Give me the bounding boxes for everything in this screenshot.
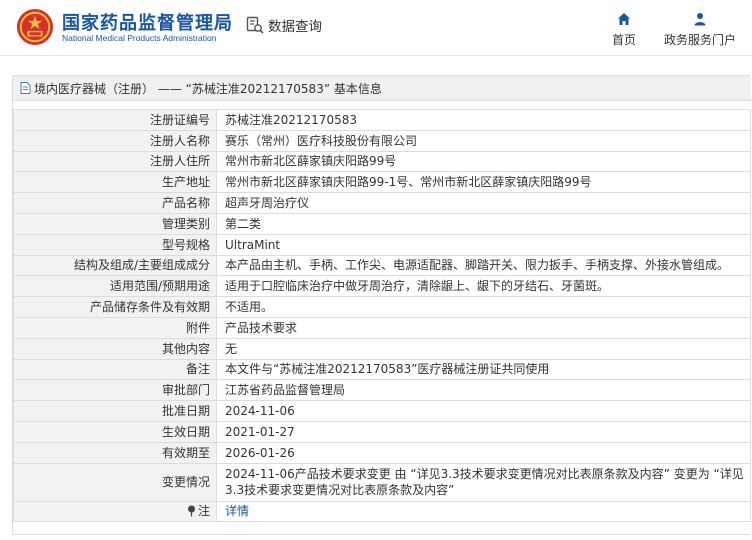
national-emblem-icon — [16, 8, 54, 46]
brand-title[interactable]: 国家药品监督管理局 — [62, 9, 233, 35]
table-row: 生效日期 2021-01-27 — [13, 420, 751, 443]
row-label: 备注 — [13, 358, 217, 381]
home-icon — [618, 13, 630, 25]
panel-title-text: 境内医疗器械（注册） —— “苏械注准20212170583” 基本信息 — [34, 81, 382, 96]
table-row: 有效期至 2026-01-26 — [13, 441, 751, 464]
row-label: 产品储存条件及有效期 — [13, 296, 217, 318]
row-value: 苏械注准20212170583 — [216, 109, 751, 131]
row-value: 第二类 — [216, 212, 751, 235]
info-panel: 境内医疗器械（注册） —— “苏械注准20212170583” 基本信息 注册证… — [12, 75, 751, 535]
table-row: 管理类别 第二类 — [13, 212, 751, 235]
row-value: 无 — [216, 337, 751, 360]
note-value-cell: 详情 — [216, 500, 751, 523]
table-row: 结构及组成/主要组成成分 本产品由主机、手柄、工作尖、电源适配器、脚踏开关、限力… — [13, 254, 751, 277]
row-label: 生效日期 — [13, 420, 217, 443]
data-query-link[interactable]: 数据查询 — [246, 15, 322, 35]
brand-subtitle: National Medical Products Administration — [62, 33, 217, 43]
site-header: 国家药品监督管理局 National Medical Products Admi… — [0, 0, 752, 56]
table-row: 附件 产品技术要求 — [13, 316, 751, 339]
row-value: 常州市新北区薛家镇庆阳路99号 — [216, 150, 751, 173]
nav-service-portal[interactable]: 政务服务门户 — [660, 10, 740, 48]
row-value: 2024-11-06 — [216, 400, 751, 422]
nav-home[interactable]: 首页 — [609, 10, 639, 48]
table-row: 备注 本文件与“苏械注准20212170583”医疗器械注册证共同使用 — [13, 358, 751, 381]
table-row: 产品名称 超声牙周治疗仪 — [13, 192, 751, 214]
table-row: 注册人名称 赛乐（常州）医疗科技股份有限公司 — [13, 129, 751, 152]
note-label-cell: 注 — [13, 500, 217, 523]
row-label: 注册人名称 — [13, 129, 217, 152]
row-label: 产品名称 — [13, 192, 217, 214]
panel-title: 境内医疗器械（注册） —— “苏械注准20212170583” 基本信息 — [13, 76, 751, 101]
row-value: 适用于口腔临床治疗中做牙周治疗，清除龈上、龈下的牙结石、牙菌斑。 — [216, 275, 751, 298]
row-label: 型号规格 — [13, 233, 217, 256]
row-value: 不适用。 — [216, 296, 751, 318]
row-value: 赛乐（常州）医疗科技股份有限公司 — [216, 129, 751, 152]
row-value: 2024-11-06产品技术要求变更 由 “详见3.3技术要求变更情况对比表原条… — [216, 462, 751, 502]
note-label: 注 — [197, 504, 210, 519]
table-row: 注册人住所 常州市新北区薛家镇庆阳路99号 — [13, 150, 751, 173]
row-value: 产品技术要求 — [216, 316, 751, 339]
data-query-label: 数据查询 — [268, 19, 322, 35]
table-row: 生产地址 常州市新北区薛家镇庆阳路99-1号、常州市新北区薛家镇庆阳路99号 — [13, 171, 751, 194]
row-value: 常州市新北区薛家镇庆阳路99-1号、常州市新北区薛家镇庆阳路99号 — [216, 171, 751, 194]
pin-icon — [187, 505, 195, 517]
table-row-note: 注 详情 — [13, 500, 751, 523]
document-icon — [20, 82, 31, 94]
row-label: 附件 — [13, 316, 217, 339]
row-label: 其他内容 — [13, 337, 217, 360]
row-label: 结构及组成/主要组成成分 — [13, 254, 217, 277]
user-icon — [694, 13, 706, 26]
row-value: 本产品由主机、手柄、工作尖、电源适配器、脚踏开关、限力扳手、手柄支撑、外接水管组… — [216, 254, 751, 277]
table-row: 批准日期 2024-11-06 — [13, 400, 751, 422]
row-value: 江苏省药品监督管理局 — [216, 379, 751, 402]
row-value: 本文件与“苏械注准20212170583”医疗器械注册证共同使用 — [216, 358, 751, 381]
row-label: 变更情况 — [13, 462, 217, 502]
table-row: 注册证编号 苏械注准20212170583 — [13, 109, 751, 131]
row-value: 2026-01-26 — [216, 441, 751, 464]
row-label: 管理类别 — [13, 212, 217, 235]
nav-service-label: 政务服务门户 — [663, 33, 736, 47]
nav-home-label: 首页 — [611, 33, 636, 47]
row-label: 注册人住所 — [13, 150, 217, 173]
table-row: 型号规格 UltraMint — [13, 233, 751, 256]
row-label: 有效期至 — [13, 441, 217, 464]
table-row: 其他内容 无 — [13, 337, 751, 360]
row-label: 生产地址 — [13, 171, 217, 194]
row-label: 注册证编号 — [13, 109, 217, 131]
table-row: 适用范围/预期用途 适用于口腔临床治疗中做牙周治疗，清除龈上、龈下的牙结石、牙菌… — [13, 275, 751, 298]
search-document-icon — [246, 16, 264, 34]
row-value: 超声牙周治疗仪 — [216, 192, 751, 214]
table-row: 产品储存条件及有效期 不适用。 — [13, 296, 751, 318]
row-label: 审批部门 — [13, 379, 217, 402]
row-value: UltraMint — [216, 233, 751, 256]
details-link[interactable]: 详情 — [225, 504, 249, 518]
row-label: 适用范围/预期用途 — [13, 275, 217, 298]
row-value: 2021-01-27 — [216, 420, 751, 443]
row-label: 批准日期 — [13, 400, 217, 422]
table-row: 变更情况 2024-11-06产品技术要求变更 由 “详见3.3技术要求变更情况… — [13, 462, 751, 502]
table-row: 审批部门 江苏省药品监督管理局 — [13, 379, 751, 402]
registration-info-table: 注册证编号 苏械注准20212170583 注册人名称 赛乐（常州）医疗科技股份… — [13, 109, 751, 523]
